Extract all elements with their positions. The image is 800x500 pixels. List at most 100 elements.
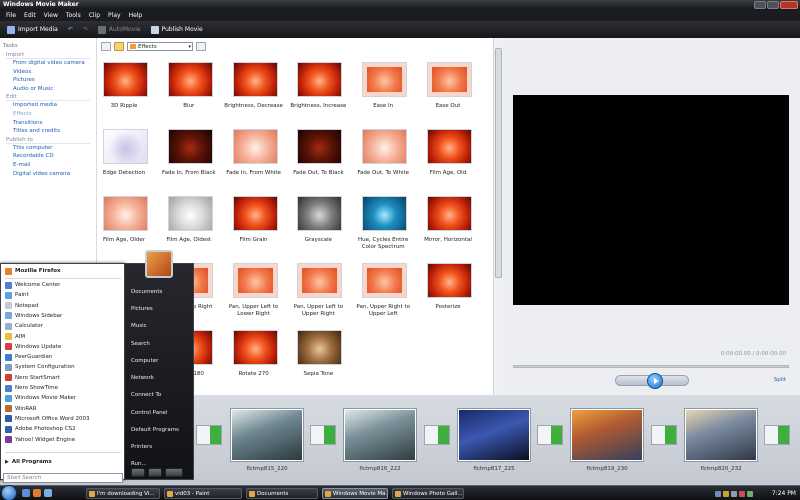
start-menu-link[interactable]: Computer	[131, 356, 158, 366]
start-menu-link[interactable]: Control Panel	[131, 408, 167, 418]
storyboard-clip[interactable]	[685, 409, 757, 461]
menu-view[interactable]: View	[44, 12, 58, 19]
transition-slot[interactable]	[764, 425, 790, 445]
minimize-button[interactable]	[754, 1, 766, 9]
start-menu-program[interactable]: Microsoft Office Word 2003	[5, 414, 89, 424]
start-menu-program[interactable]: Calculator	[5, 321, 43, 331]
tasks-toggle-icon[interactable]	[101, 42, 111, 51]
start-menu-link[interactable]: Search	[131, 339, 150, 349]
tray-app-icon[interactable]	[747, 490, 753, 497]
start-button[interactable]	[1, 485, 17, 500]
effect-thumbnail	[103, 196, 148, 231]
storyboard-clip[interactable]	[344, 409, 416, 461]
start-menu-program[interactable]: Adobe Photoshop CS2	[5, 424, 76, 434]
start-menu-program[interactable]: Nero ShowTime	[5, 383, 58, 393]
taskbar-button[interactable]: vid03 - Paint	[164, 488, 242, 499]
start-menu-link[interactable]: Default Programs	[131, 425, 179, 435]
import-media-button[interactable]: Import Media	[4, 25, 61, 34]
start-menu-program[interactable]: Yahoo! Widget Engine	[5, 435, 75, 445]
tray-network-icon[interactable]	[715, 490, 721, 497]
taskbar-button[interactable]: Windows Photo Gall...	[392, 488, 464, 499]
automovie-button[interactable]: AutoMovie	[95, 25, 144, 34]
clock[interactable]: 7:24 PM	[772, 490, 796, 497]
view-options-icon[interactable]	[196, 42, 206, 51]
tray-security-icon[interactable]	[739, 490, 745, 497]
collection-select[interactable]: Effects	[127, 42, 193, 51]
start-menu-program[interactable]: Windows Update	[5, 342, 61, 352]
menu-help[interactable]: Help	[129, 12, 143, 19]
start-menu-link[interactable]: Pictures	[131, 304, 153, 314]
redo-button[interactable]: ↷	[80, 26, 91, 33]
start-menu-program[interactable]: Windows Movie Maker	[5, 393, 76, 403]
transition-slot[interactable]	[651, 425, 677, 445]
clip-name: flctmp820_232	[700, 466, 742, 472]
start-menu-link[interactable]: Network	[131, 373, 154, 383]
start-menu-program[interactable]: Windows Sidebar	[5, 311, 62, 321]
collection-scrollbar[interactable]	[493, 38, 503, 395]
menu-edit[interactable]: Edit	[24, 12, 36, 19]
tray-alert-icon[interactable]	[723, 490, 729, 497]
storyboard-clip[interactable]	[571, 409, 643, 461]
start-menu-program[interactable]: Nero StartSmart	[5, 373, 60, 383]
task-from-camera[interactable]: From digital video camera	[13, 59, 96, 68]
quicklaunch-desktop-icon[interactable]	[22, 489, 30, 497]
program-label: Mozilla Firefox	[15, 268, 61, 274]
storyboard-clip[interactable]	[231, 409, 303, 461]
transition-slot[interactable]	[196, 425, 222, 445]
task-dv-camera[interactable]: Digital video camera	[13, 170, 96, 179]
task-recordable-cd[interactable]: Recordable CD	[13, 152, 96, 161]
start-menu-program[interactable]: PeerGuardian	[5, 352, 52, 362]
start-menu-program[interactable]: Mozilla Firefox	[5, 266, 61, 276]
taskbar-button[interactable]: I'm downloading Vi...	[86, 488, 160, 499]
task-audio[interactable]: Audio or Music	[13, 85, 96, 94]
start-menu-program[interactable]: Paint	[5, 290, 29, 300]
storyboard-clip[interactable]	[458, 409, 530, 461]
task-titles[interactable]: Titles and credits	[13, 127, 96, 136]
quicklaunch-ie-icon[interactable]	[44, 489, 52, 497]
start-menu-link[interactable]: Music	[131, 321, 147, 331]
task-videos[interactable]: Videos	[13, 68, 96, 77]
effect-thumbnail	[362, 62, 408, 97]
start-menu-link[interactable]: Documents	[131, 287, 162, 297]
start-menu-program[interactable]: System Configuration	[5, 362, 75, 372]
effect-label: Rotate 270	[238, 371, 269, 377]
program-icon	[5, 374, 12, 382]
menu-play[interactable]: Play	[108, 12, 121, 19]
publish-movie-button[interactable]: Publish Movie	[148, 25, 206, 34]
start-menu-link[interactable]: Connect To	[131, 390, 161, 400]
transition-slot[interactable]	[424, 425, 450, 445]
power-button[interactable]	[131, 468, 145, 477]
folder-icon[interactable]	[114, 42, 124, 51]
tray-volume-icon[interactable]	[731, 490, 737, 497]
maximize-button[interactable]	[767, 1, 779, 9]
task-this-computer[interactable]: This computer	[13, 144, 96, 153]
taskbar-button[interactable]: Windows Movie Ma...	[322, 488, 388, 499]
play-button[interactable]	[647, 373, 663, 389]
transition-slot[interactable]	[537, 425, 563, 445]
scrollbar-thumb[interactable]	[495, 48, 502, 278]
start-menu-program[interactable]: WinRAR	[5, 404, 37, 414]
task-effects[interactable]: Effects	[13, 110, 96, 119]
start-menu-link[interactable]: Printers	[131, 442, 152, 452]
split-button[interactable]: Split	[774, 377, 786, 383]
start-menu-program[interactable]: AIM	[5, 332, 25, 342]
menu-file[interactable]: File	[6, 12, 16, 19]
task-pictures[interactable]: Pictures	[13, 76, 96, 85]
task-transitions[interactable]: Transitions	[13, 119, 96, 128]
start-menu-program[interactable]: Notepad	[5, 301, 38, 311]
task-imported-media[interactable]: Imported media	[13, 101, 96, 110]
taskbar-button[interactable]: Documents	[246, 488, 318, 499]
quicklaunch-firefox-icon[interactable]	[33, 489, 41, 497]
shutdown-options-button[interactable]	[165, 468, 183, 477]
close-button[interactable]	[780, 1, 798, 9]
menu-clip[interactable]: Clip	[89, 12, 100, 19]
lock-button[interactable]	[148, 468, 162, 477]
all-programs-link[interactable]: ▶ All Programs	[5, 457, 52, 467]
start-search-input[interactable]: Start Search	[3, 473, 123, 483]
undo-button[interactable]: ↶	[65, 26, 76, 33]
start-menu-program[interactable]: Welcome Center	[5, 280, 60, 290]
task-email[interactable]: E-mail	[13, 161, 96, 170]
menu-tools[interactable]: Tools	[66, 12, 81, 19]
seek-bar[interactable]	[513, 365, 789, 368]
transition-slot[interactable]	[310, 425, 336, 445]
